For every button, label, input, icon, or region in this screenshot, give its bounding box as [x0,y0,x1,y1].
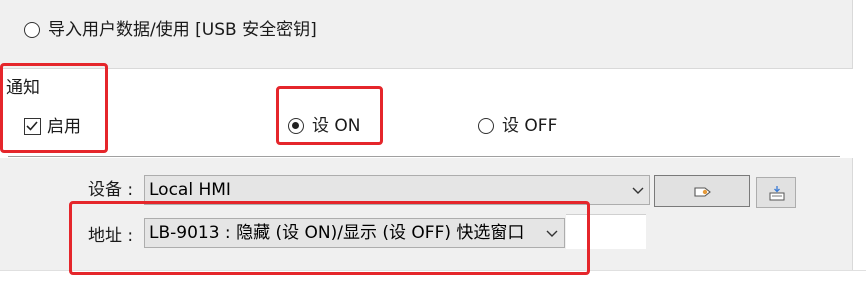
keyboard-button[interactable] [756,177,796,208]
highlight-set-on [276,86,383,145]
import-user-data-radio[interactable] [24,22,40,38]
tag-button[interactable] [654,175,750,207]
keyboard-icon [769,186,785,201]
set-off-radio[interactable] [478,118,494,134]
device-select-value: Local HMI [149,180,231,200]
chevron-down-icon [632,187,644,194]
set-off-label: 设 OFF [502,116,558,136]
import-user-data-label: 导入用户数据/使用 [USB 安全密钥] [48,20,317,40]
tag-icon [694,187,711,197]
device-label: 设备 : [88,180,134,200]
highlight-notification-enable [0,63,108,153]
highlight-address [69,201,590,275]
